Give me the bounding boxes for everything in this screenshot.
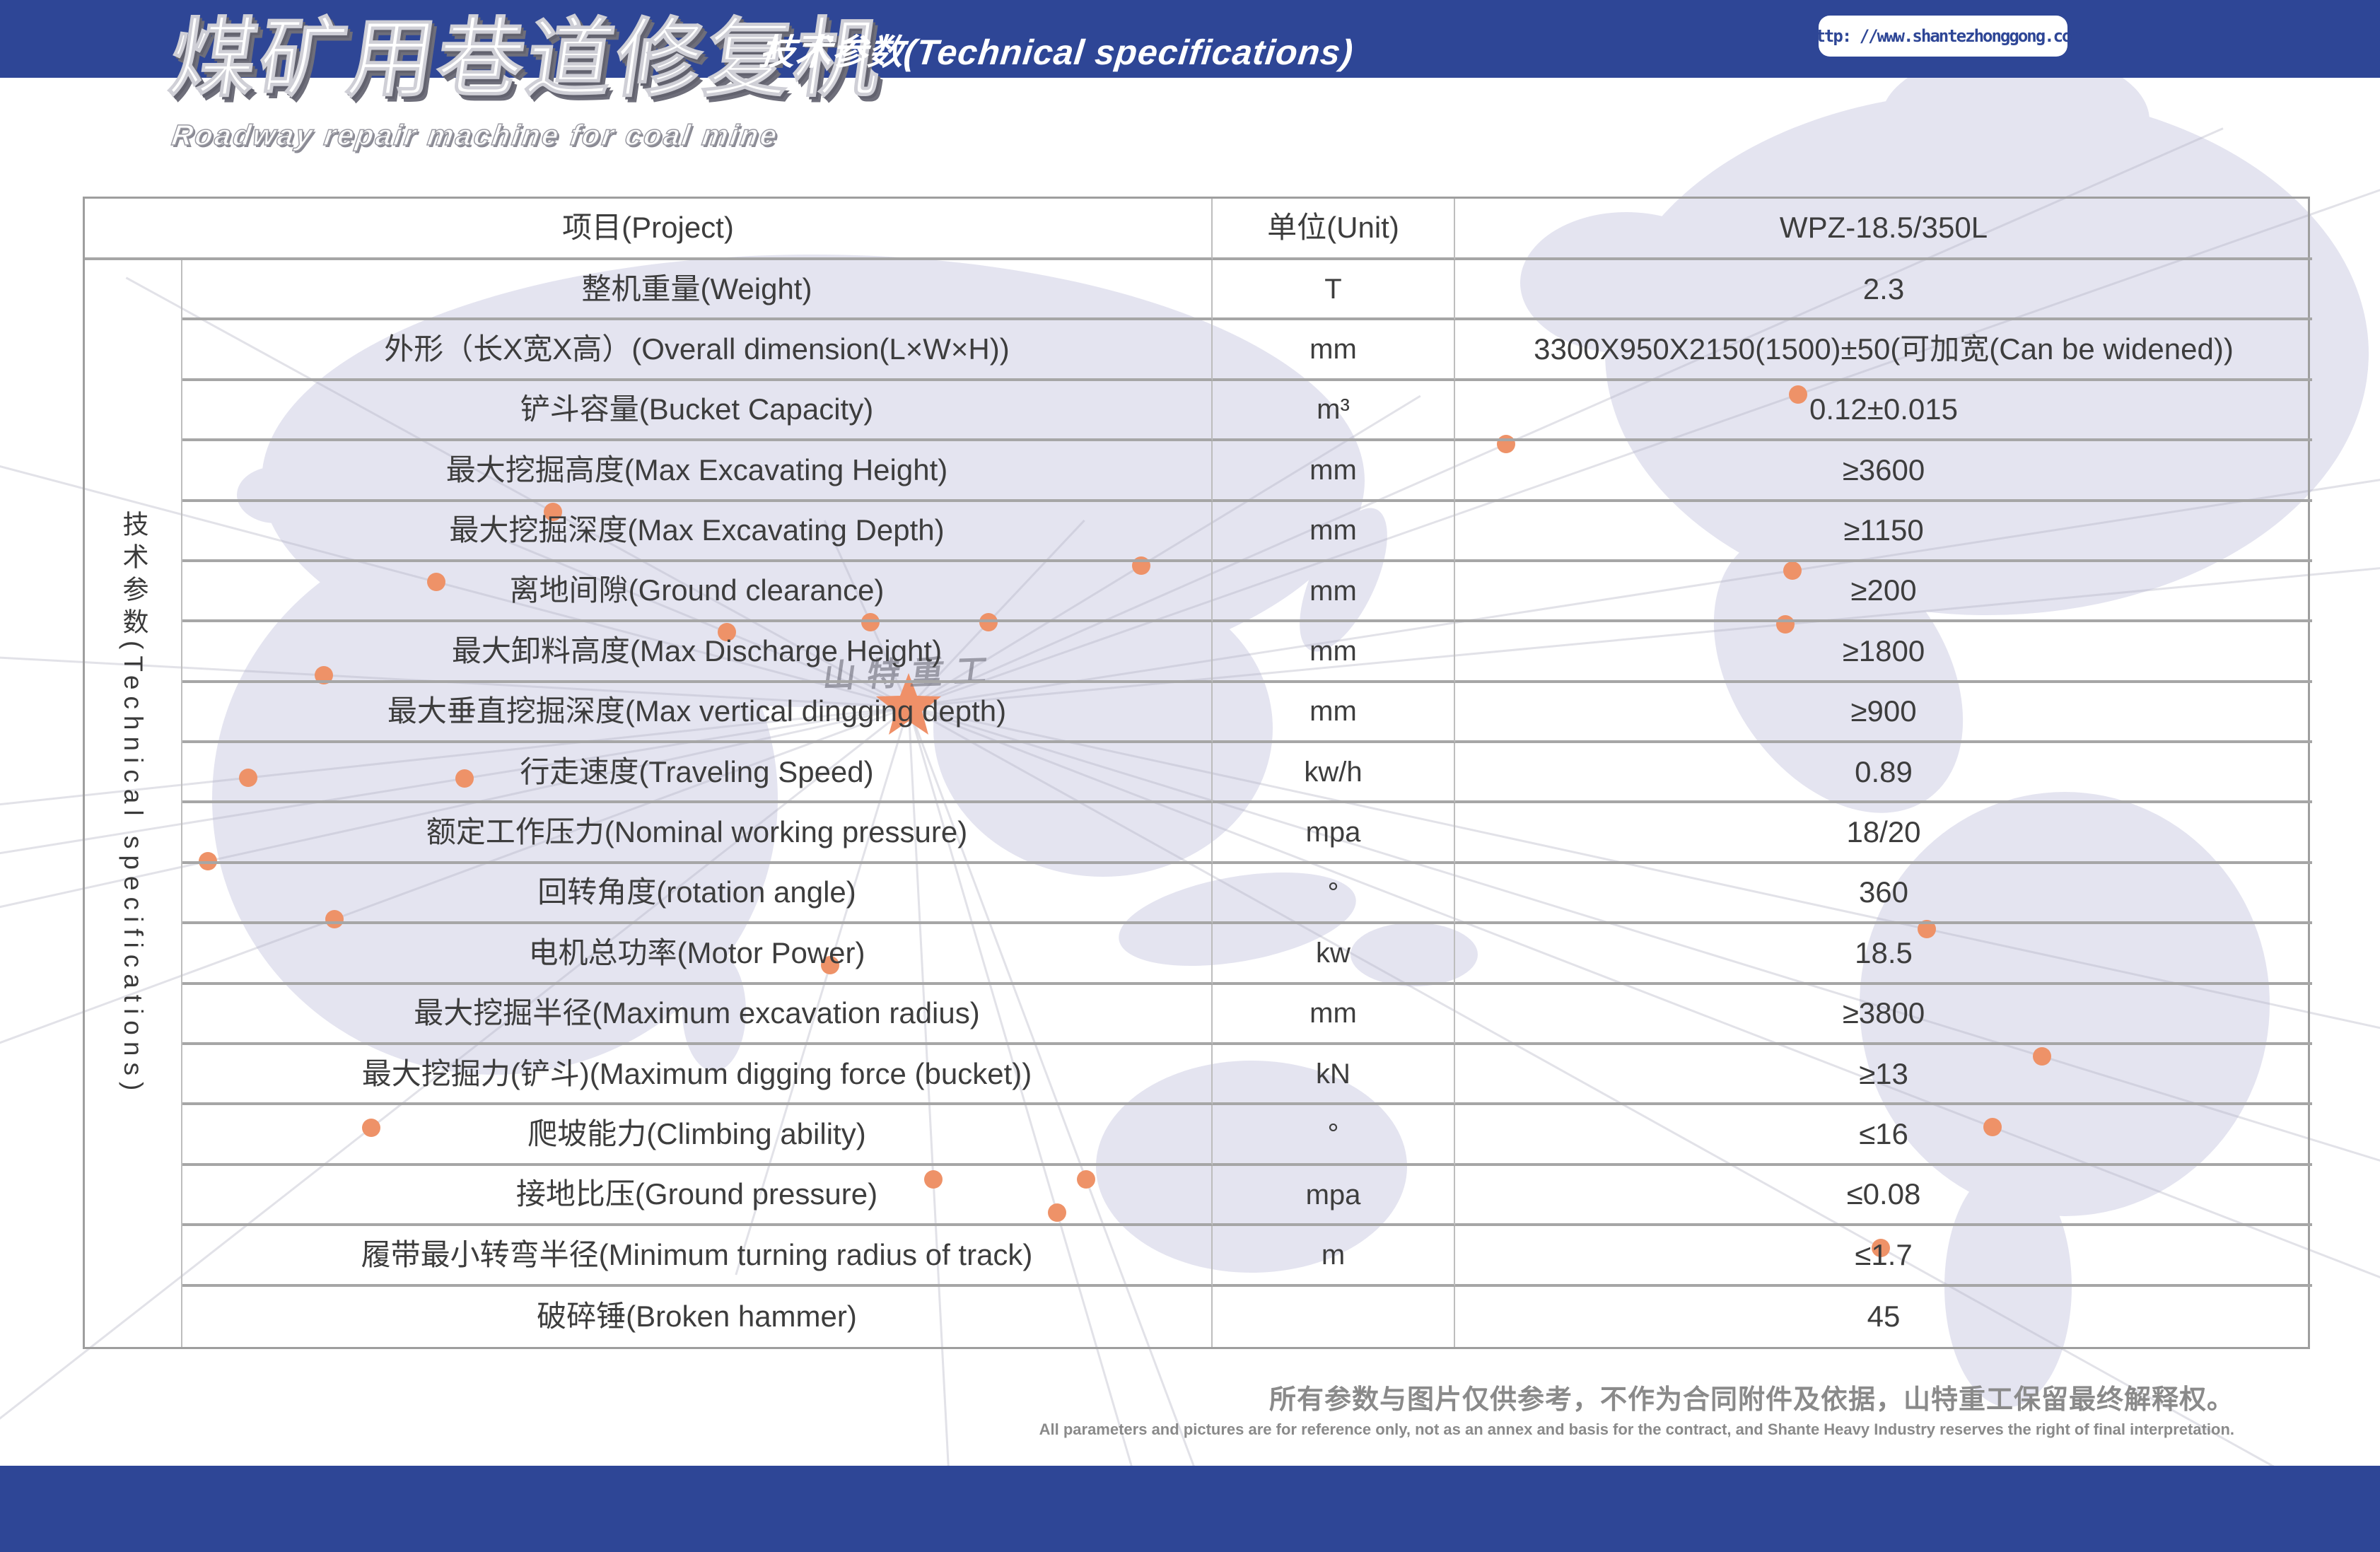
spec-row-project: 最大卸料高度(Max Discharge Height) <box>182 622 1213 682</box>
spec-row-unit: m <box>1213 1226 1455 1286</box>
spec-row-project: 接地比压(Ground pressure) <box>182 1166 1213 1226</box>
spec-row-project: 破碎锤(Broken hammer) <box>182 1287 1213 1347</box>
spec-row-unit: mm <box>1213 683 1455 743</box>
spec-row-value: 0.89 <box>1455 743 2312 803</box>
spec-row-unit: ° <box>1213 1105 1455 1165</box>
spec-row-unit: mm <box>1213 562 1455 622</box>
spec-row-unit: mm <box>1213 985 1455 1045</box>
disclaimer-chinese: 所有参数与图片仅供参考，不作为合同附件及依据，山特重工保留最终解释权。 <box>1039 1377 2234 1416</box>
spec-row-value: 3300X950X2150(1500)±50(可加宽(Can be widene… <box>1455 320 2312 380</box>
spec-row-value: 2.3 <box>1455 260 2312 320</box>
page-title: 技术参数(Technical specifications) <box>757 24 1356 75</box>
spec-row-project: 额定工作压力(Nominal working pressure) <box>182 803 1213 863</box>
spec-row-project: 离地间隙(Ground clearance) <box>182 562 1213 622</box>
spec-row-value: 45 <box>1455 1287 2312 1347</box>
spec-row-project: 最大挖掘半径(Maximum excavation radius) <box>182 985 1213 1045</box>
website-url: Http: //www.shantezhonggong.com <box>1807 26 2079 46</box>
disclaimer-english: All parameters and pictures are for refe… <box>1039 1420 2234 1439</box>
disclaimer: 所有参数与图片仅供参考，不作为合同附件及依据，山特重工保留最终解释权。 All … <box>1039 1377 2234 1439</box>
spec-row-project: 最大挖掘力(铲斗)(Maximum digging force (bucket)… <box>182 1045 1213 1105</box>
spec-row-project: 最大垂直挖掘深度(Max vertical dingging depth) <box>182 683 1213 743</box>
spec-row-value: 18/20 <box>1455 803 2312 863</box>
spec-row-unit: mpa <box>1213 1166 1455 1226</box>
spec-row-project: 回转角度(rotation angle) <box>182 864 1213 924</box>
spec-row-value: ≤0.08 <box>1455 1166 2312 1226</box>
spec-row-value: ≤1.7 <box>1455 1226 2312 1286</box>
spec-row-project: 最大挖掘高度(Max Excavating Height) <box>182 441 1213 501</box>
column-header-project: 项目(Project) <box>85 199 1213 260</box>
spec-row-project: 行走速度(Traveling Speed) <box>182 743 1213 803</box>
spec-row-project: 外形（长X宽X高）(Overall dimension(L×W×H)) <box>182 320 1213 380</box>
spec-row-value: ≥200 <box>1455 562 2312 622</box>
side-label: 技术参数(Technical specifications) <box>114 510 152 1097</box>
spec-row-value: ≥1800 <box>1455 622 2312 682</box>
spec-row-unit: mm <box>1213 320 1455 380</box>
spec-row-unit: mm <box>1213 502 1455 562</box>
spec-row-value: 360 <box>1455 864 2312 924</box>
spec-row-unit: mpa <box>1213 803 1455 863</box>
spec-row-value: ≥3600 <box>1455 441 2312 501</box>
side-label-cell: 技术参数(Technical specifications) <box>85 260 182 1347</box>
column-header-model: WPZ-18.5/350L <box>1455 199 2312 260</box>
spec-row-project: 铲斗容量(Bucket Capacity) <box>182 381 1213 441</box>
spec-row-value: 18.5 <box>1455 924 2312 984</box>
bottom-blue-band <box>0 1466 2380 1552</box>
spec-row-value: ≤16 <box>1455 1105 2312 1165</box>
spec-row-value: ≥1150 <box>1455 502 2312 562</box>
spec-row-unit: T <box>1213 260 1455 320</box>
spec-table: 项目(Project) 单位(Unit) WPZ-18.5/350L 技术参数(… <box>83 197 2310 1349</box>
spec-row-unit: m³ <box>1213 381 1455 441</box>
spec-row-unit: kw <box>1213 924 1455 984</box>
website-link[interactable]: Http: //www.shantezhonggong.com <box>1819 16 2067 57</box>
column-header-unit: 单位(Unit) <box>1213 199 1455 260</box>
spec-row-project: 电机总功率(Motor Power) <box>182 924 1213 984</box>
spec-row-unit <box>1213 1287 1455 1347</box>
spec-row-unit: kw/h <box>1213 743 1455 803</box>
spec-row-unit: mm <box>1213 441 1455 501</box>
spec-row-value: ≥3800 <box>1455 985 2312 1045</box>
spec-row-project: 最大挖掘深度(Max Excavating Depth) <box>182 502 1213 562</box>
spec-row-value: ≥900 <box>1455 683 2312 743</box>
logo-subtitle: Roadway repair machine for coal mine <box>170 119 781 152</box>
spec-row-value: ≥13 <box>1455 1045 2312 1105</box>
spec-row-project: 履带最小转弯半径(Minimum turning radius of track… <box>182 1226 1213 1286</box>
spec-row-unit: ° <box>1213 864 1455 924</box>
spec-row-value: 0.12±0.015 <box>1455 381 2312 441</box>
spec-row-unit: mm <box>1213 622 1455 682</box>
spec-row-project: 整机重量(Weight) <box>182 260 1213 320</box>
spec-row-project: 爬坡能力(Climbing ability) <box>182 1105 1213 1165</box>
spec-sheet-page: 山特重工 煤矿用巷道修复机 Roadway repair machine for… <box>0 0 2380 1552</box>
spec-row-unit: kN <box>1213 1045 1455 1105</box>
